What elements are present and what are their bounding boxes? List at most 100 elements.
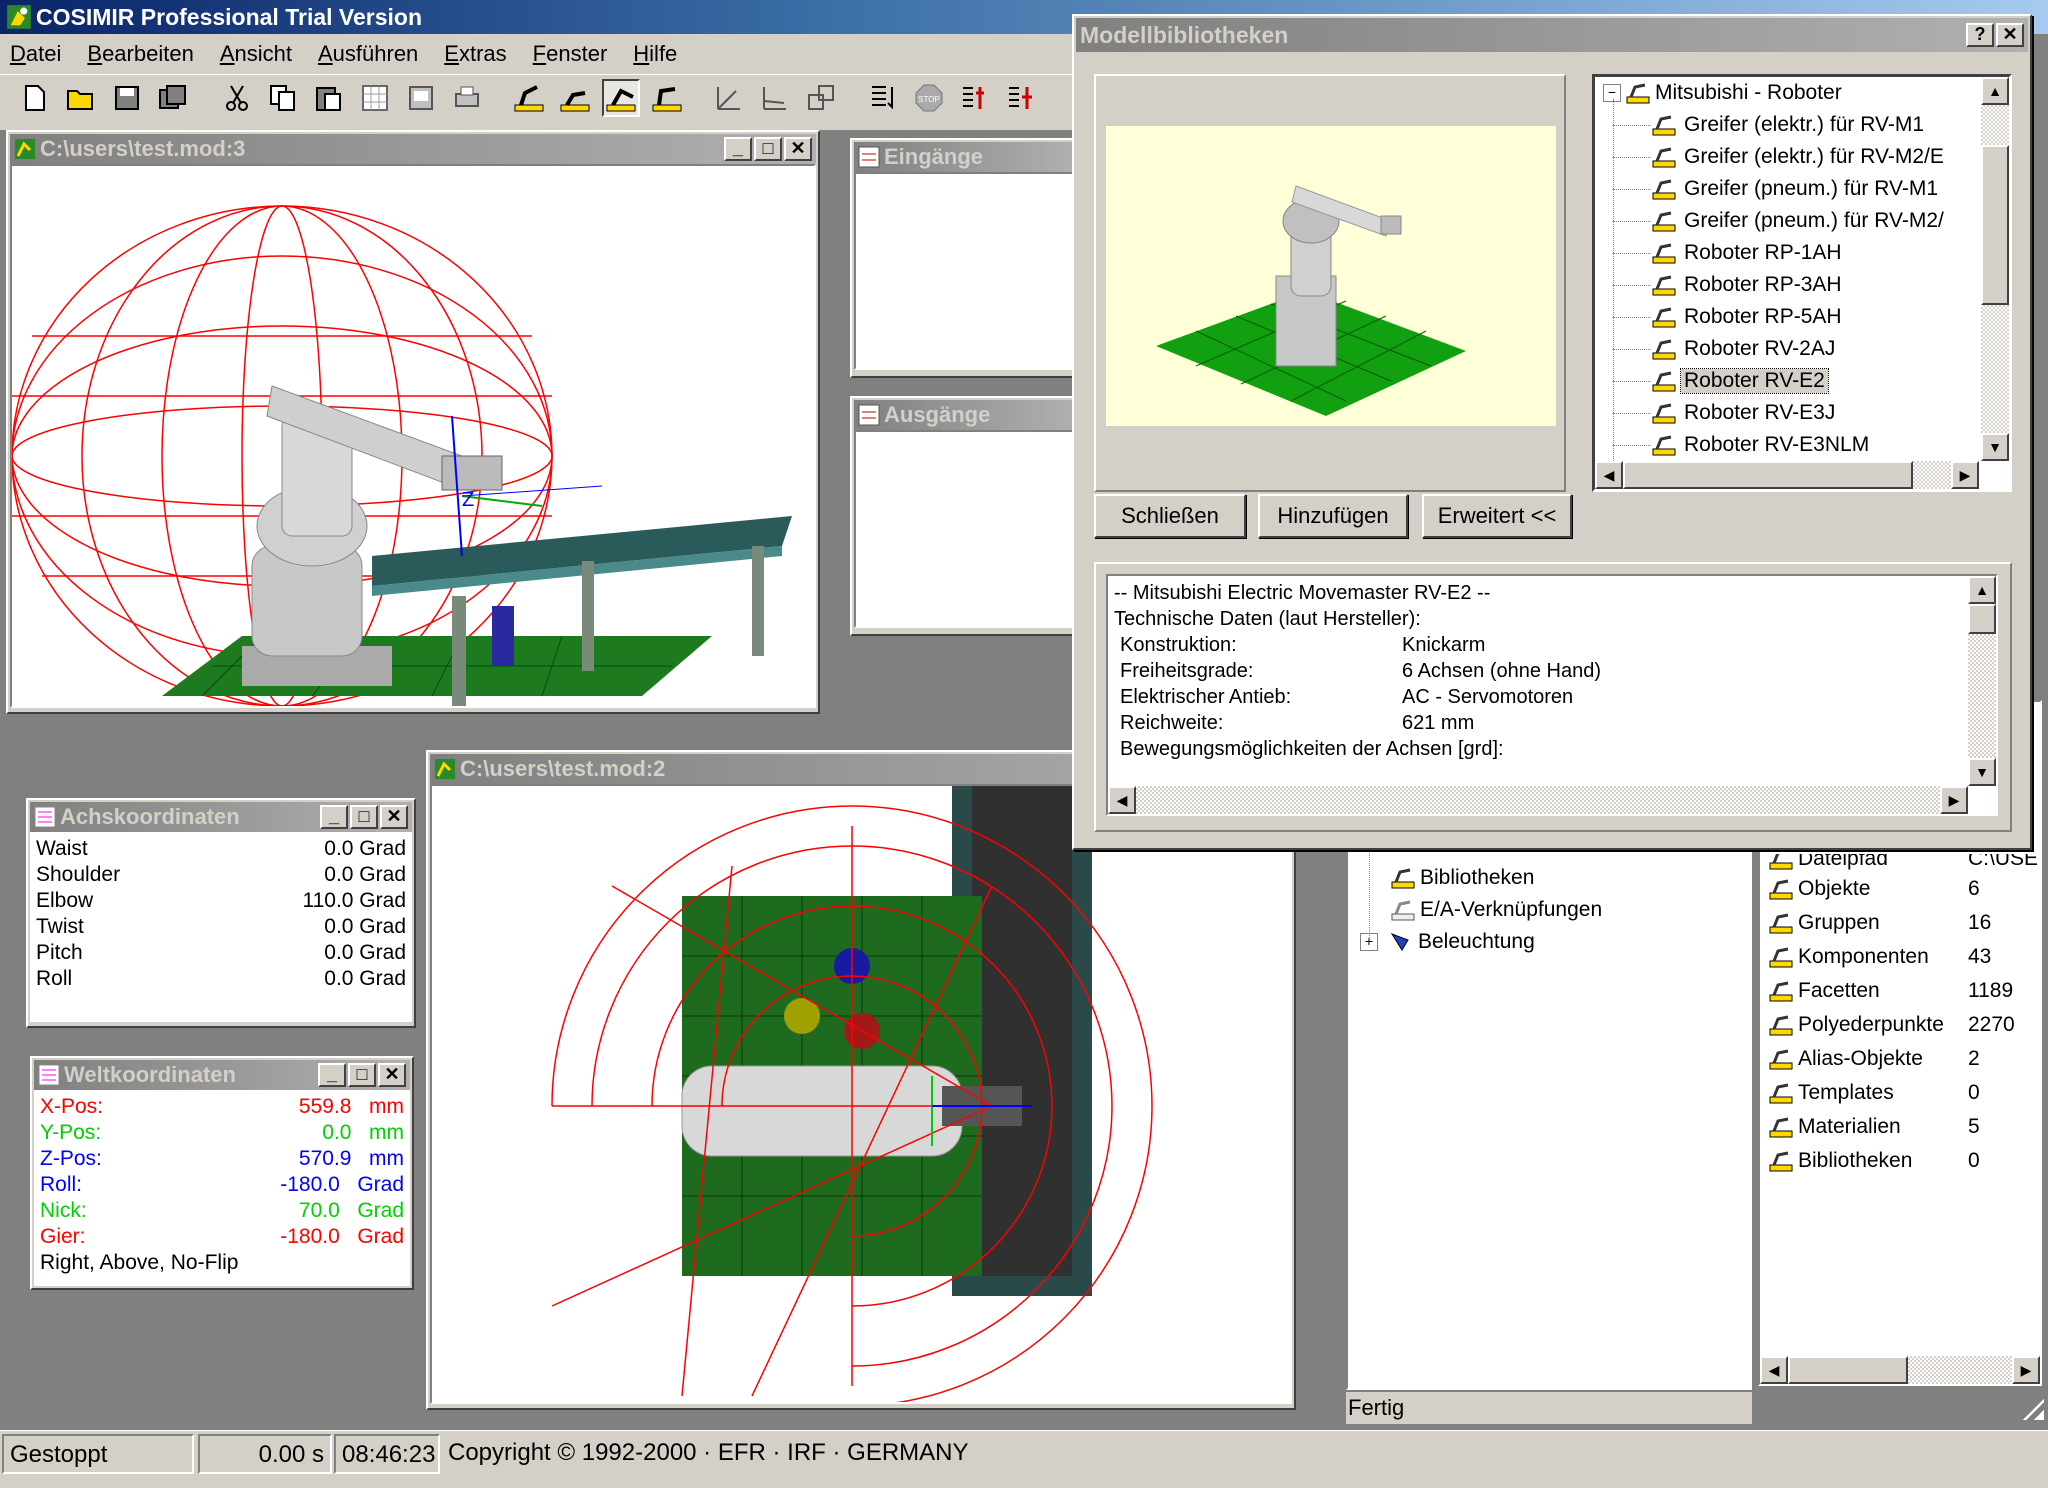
library-item[interactable]: Greifer (elektr.) für RV-M1 — [1613, 109, 1947, 141]
tree-vscroll[interactable]: ▲ ▼ — [1981, 77, 2009, 461]
achskoordinaten-titlebar[interactable]: Achskoordinaten _ □ ✕ — [30, 802, 412, 832]
minimize-icon[interactable]: _ — [724, 137, 752, 161]
properties-hscroll[interactable]: ◀ ▶ — [1760, 1356, 2040, 1384]
scroll-right-icon[interactable]: ▶ — [1951, 461, 1979, 489]
modellbibliotheken-dialog[interactable]: Modellbibliotheken ? ✕ − Mitsubishi - Rob… — [1072, 14, 2032, 850]
scroll-left-icon[interactable]: ◀ — [1760, 1356, 1788, 1384]
library-item[interactable]: Greifer (pneum.) für RV-M2/ — [1613, 205, 1947, 237]
save-all-icon[interactable] — [154, 79, 192, 117]
scroll-left-icon[interactable]: ◀ — [1595, 461, 1623, 489]
tree-item-ea-verknuepfungen[interactable]: E/A-Verknüpfungen — [1390, 894, 1602, 926]
stop-icon[interactable]: STOP — [910, 79, 948, 117]
info-text-box[interactable]: -- Mitsubishi Electric Movemaster RV-E2 … — [1106, 574, 1998, 816]
maximize-icon[interactable]: □ — [350, 805, 378, 829]
schliessen-button[interactable]: Schließen — [1094, 494, 1246, 538]
view3-window[interactable]: C:\users\test.mod:3 _ □ ✕ Z — [6, 130, 820, 714]
library-item[interactable]: Greifer (elektr.) für RV-M2/E — [1613, 141, 1947, 173]
tree-item-beleuchtung[interactable]: + Beleuchtung — [1360, 926, 1535, 958]
ausgaenge-window[interactable]: Ausgänge — [850, 396, 1080, 636]
open-folder-icon[interactable] — [62, 79, 100, 117]
property-row[interactable]: Gruppen 16 — [1768, 906, 2015, 940]
print-icon[interactable] — [448, 79, 486, 117]
eingaenge-window[interactable]: Eingänge — [850, 138, 1080, 378]
scroll-down-icon[interactable]: ▼ — [1981, 433, 2009, 461]
maximize-icon[interactable]: □ — [348, 1063, 376, 1087]
weltkoordinaten-titlebar[interactable]: Weltkoordinaten _ □ ✕ — [34, 1060, 410, 1090]
print-preview-icon[interactable] — [402, 79, 440, 117]
library-item[interactable]: Roboter RV-2AJ — [1613, 333, 1947, 365]
step-icon[interactable] — [864, 79, 902, 117]
property-row[interactable]: Templates 0 — [1768, 1076, 2015, 1110]
library-item[interactable]: Roboter RV-E3NLM — [1613, 429, 1947, 461]
view3-canvas[interactable]: Z — [10, 164, 816, 708]
list-red-icon[interactable] — [1002, 79, 1040, 117]
collapse-icon[interactable]: − — [1603, 84, 1621, 102]
copy-icon[interactable] — [264, 79, 302, 117]
paste-icon[interactable] — [310, 79, 348, 117]
scroll-thumb[interactable] — [1981, 145, 2009, 305]
scroll-up-icon[interactable]: ▲ — [1968, 576, 1996, 604]
library-item[interactable]: Roboter RP-1AH — [1613, 237, 1947, 269]
dialog-titlebar[interactable]: Modellbibliotheken ? ✕ — [1076, 18, 2028, 52]
tree-item-bibliotheken[interactable]: Bibliotheken — [1390, 862, 1534, 894]
menu-ansicht[interactable]: Ansicht — [220, 41, 292, 67]
weltkoordinaten-window[interactable]: Weltkoordinaten _ □ ✕ X-Pos: 559.8 mm Y-Pos:… — [30, 1056, 414, 1290]
property-row[interactable]: Alias-Objekte 2 — [1768, 1042, 2015, 1076]
list-icon[interactable] — [956, 79, 994, 117]
new-file-icon[interactable] — [16, 79, 54, 117]
help-icon[interactable]: ? — [1966, 23, 1994, 47]
library-item[interactable]: Roboter RV-E3J — [1613, 397, 1947, 429]
library-item[interactable]: Greifer (pneum.) für RV-M1 — [1613, 173, 1947, 205]
view3-titlebar[interactable]: C:\users\test.mod:3 _ □ ✕ — [10, 134, 816, 164]
view2-canvas[interactable] — [430, 784, 1292, 1404]
scroll-thumb[interactable] — [1788, 1356, 1908, 1384]
property-row[interactable]: Komponenten 43 — [1768, 940, 2015, 974]
robot-tool-1-icon[interactable] — [510, 79, 548, 117]
axis-xz-icon[interactable] — [756, 79, 794, 117]
scroll-right-icon[interactable]: ▶ — [1940, 786, 1968, 814]
eingaenge-titlebar[interactable]: Eingänge — [854, 142, 1076, 172]
property-row[interactable]: Materialien 5 — [1768, 1110, 2015, 1144]
close-icon[interactable]: ✕ — [784, 137, 812, 161]
info-hscroll[interactable]: ◀ ▶ — [1108, 786, 1968, 814]
library-tree[interactable]: − Mitsubishi - Roboter Greifer (elektr.)… — [1592, 74, 2012, 492]
erweitert-button[interactable]: Erweitert << — [1422, 494, 1572, 538]
close-icon[interactable]: ✕ — [1996, 23, 2024, 47]
minimize-icon[interactable]: _ — [320, 805, 348, 829]
menu-bearbeiten[interactable]: Bearbeiten — [87, 41, 193, 67]
info-vscroll[interactable]: ▲ ▼ — [1968, 576, 1996, 786]
library-item[interactable]: Roboter RV-E2 — [1613, 365, 1947, 397]
scroll-up-icon[interactable]: ▲ — [1981, 77, 2009, 105]
menu-extras[interactable]: Extras — [444, 41, 506, 67]
resize-grip-icon[interactable] — [2016, 1392, 2044, 1420]
save-icon[interactable] — [108, 79, 146, 117]
hinzufuegen-button[interactable]: Hinzufügen — [1258, 494, 1408, 538]
property-row[interactable]: Polyederpunkte 2270 — [1768, 1008, 2015, 1042]
close-icon[interactable]: ✕ — [378, 1063, 406, 1087]
maximize-icon[interactable]: □ — [754, 137, 782, 161]
property-row[interactable]: Bibliotheken 0 — [1768, 1144, 2015, 1178]
close-icon[interactable]: ✕ — [380, 805, 408, 829]
tree-root[interactable]: − Mitsubishi - Roboter — [1603, 77, 1842, 109]
robot-tool-4-icon[interactable] — [648, 79, 686, 117]
robot-tool-3-icon[interactable] — [602, 79, 640, 117]
scroll-thumb[interactable] — [1623, 461, 1913, 489]
minimize-icon[interactable]: _ — [318, 1063, 346, 1087]
robot-tool-2-icon[interactable] — [556, 79, 594, 117]
property-row[interactable]: Objekte 6 — [1768, 872, 2015, 906]
scroll-left-icon[interactable]: ◀ — [1108, 786, 1136, 814]
grid-icon[interactable] — [356, 79, 394, 117]
axis-xy-icon[interactable] — [710, 79, 748, 117]
ausgaenge-titlebar[interactable]: Ausgänge — [854, 400, 1076, 430]
library-item[interactable]: Roboter RP-3AH — [1613, 269, 1947, 301]
menu-datei[interactable]: Datei — [10, 41, 61, 67]
scroll-right-icon[interactable]: ▶ — [2012, 1356, 2040, 1384]
property-row[interactable]: Facetten 1189 — [1768, 974, 2015, 1008]
menu-ausfuehren[interactable]: Ausführen — [318, 41, 418, 67]
library-item[interactable]: Roboter RP-5AH — [1613, 301, 1947, 333]
achskoordinaten-window[interactable]: Achskoordinaten _ □ ✕ Waist 0.0 Grad Should… — [26, 798, 416, 1028]
scroll-down-icon[interactable]: ▼ — [1968, 758, 1996, 786]
tree-hscroll[interactable]: ◀ ▶ — [1595, 461, 1979, 489]
menu-fenster[interactable]: Fenster — [533, 41, 608, 67]
scroll-thumb[interactable] — [1968, 604, 1996, 634]
